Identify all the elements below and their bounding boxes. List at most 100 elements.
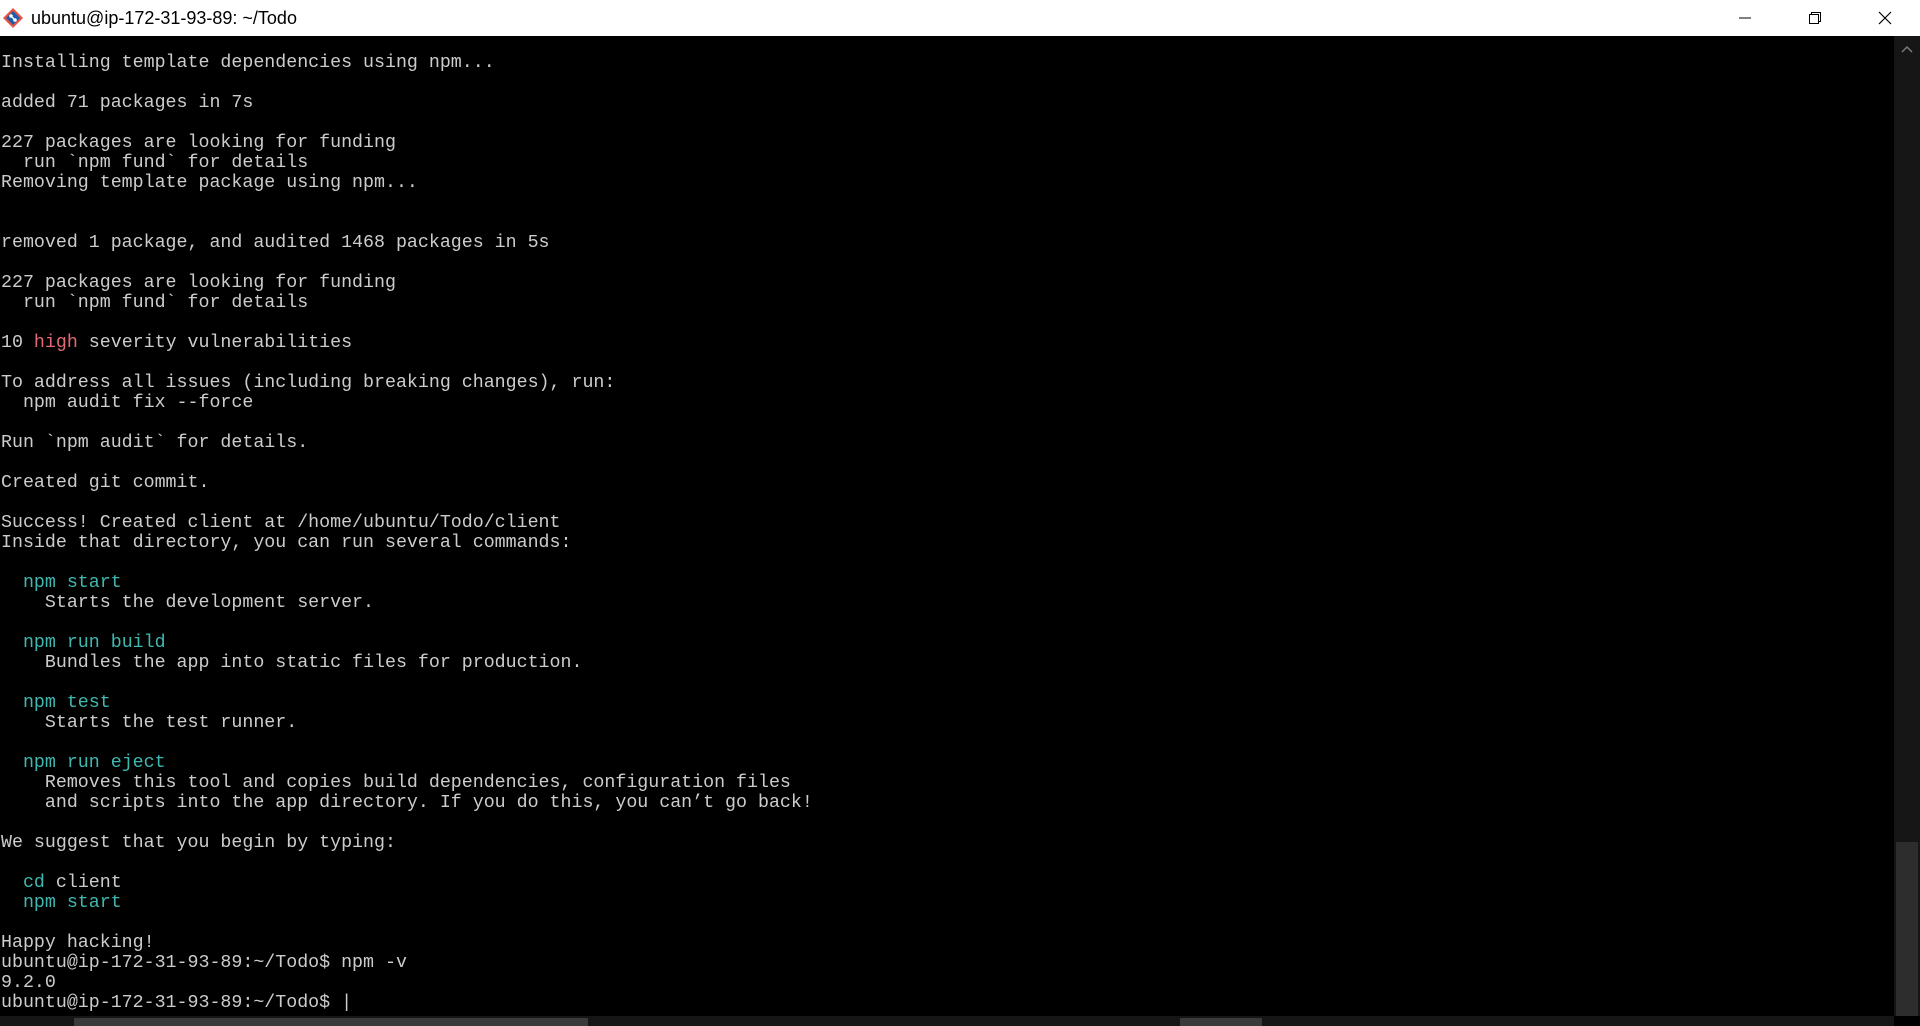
restore-icon [1809, 12, 1821, 24]
terminal-line: npm start [1, 573, 813, 593]
terminal-text: Run `npm audit` for details. [1, 433, 309, 453]
terminal-line: Starts the development server. [1, 593, 813, 613]
terminal-line: 227 packages are looking for funding [1, 133, 813, 153]
terminal-text: run `npm fund` for details [1, 153, 309, 173]
terminal-text: 227 packages are looking for funding [1, 273, 396, 293]
close-icon [1878, 11, 1892, 25]
terminal-line: removed 1 package, and audited 1468 pack… [1, 233, 813, 253]
terminal-text: 227 packages are looking for funding [1, 133, 396, 153]
terminal-line: ubuntu@ip-172-31-93-89:~/Todo$ npm -v [1, 953, 813, 973]
chevron-up-icon [1901, 45, 1913, 53]
title-bar: ubuntu@ip-172-31-93-89: ~/Todo [0, 0, 1920, 36]
terminal-text: removed 1 package, and audited 1468 pack… [1, 233, 550, 253]
horizontal-scrollbar-marker [1180, 1018, 1262, 1026]
terminal-text: Success! Created client at /home/ubuntu/… [1, 513, 561, 533]
close-button[interactable] [1850, 0, 1920, 36]
terminal-text: To address all issues (including breakin… [1, 373, 616, 393]
terminal-text: and scripts into the app directory. If y… [1, 793, 813, 813]
terminal-line: 9.2.0 [1, 973, 813, 993]
terminal-line: and scripts into the app directory. If y… [1, 793, 813, 813]
terminal-line: We suggest that you begin by typing: [1, 833, 813, 853]
terminal-lines: Installing template dependencies using n… [1, 53, 813, 1013]
terminal-line: added 71 packages in 7s [1, 93, 813, 113]
terminal-text: run `npm fund` for details [1, 293, 309, 313]
terminal-text: npm audit fix --force [1, 393, 254, 413]
terminal-line: run `npm fund` for details [1, 293, 813, 313]
terminal-text: 9.2.0 [1, 973, 56, 993]
terminal-line: To address all issues (including breakin… [1, 373, 813, 393]
restore-button[interactable] [1780, 0, 1850, 36]
terminal-text: Inside that directory, you can run sever… [1, 533, 572, 553]
scrollbar-thumb[interactable] [1896, 842, 1918, 1016]
minimize-icon [1739, 17, 1751, 19]
terminal-text: npm start [22, 573, 122, 593]
terminal-text: npm run build [22, 633, 166, 653]
terminal-line: Success! Created client at /home/ubuntu/… [1, 513, 813, 533]
terminal-line: Removes this tool and copies build depen… [1, 773, 813, 793]
terminal-text: npm test [22, 693, 111, 713]
terminal-text: Bundles the app into static files for pr… [1, 653, 583, 673]
terminal-text: We suggest that you begin by typing: [1, 833, 396, 853]
terminal-text: severity vulnerabilities [77, 333, 353, 353]
minimize-button[interactable] [1710, 0, 1780, 36]
terminal-text: ubuntu@ip-172-31-93-89:~/Todo$ [1, 993, 342, 1013]
horizontal-scrollbar[interactable] [0, 1016, 1894, 1026]
horizontal-scrollbar-thumb[interactable] [74, 1018, 588, 1026]
text-cursor: | [341, 993, 353, 1013]
terminal-text: added 71 packages in 7s [1, 93, 254, 113]
terminal-line: npm run build [1, 633, 813, 653]
terminal-line: npm test [1, 693, 813, 713]
terminal-line: 227 packages are looking for funding [1, 273, 813, 293]
terminal-line: Inside that directory, you can run sever… [1, 533, 813, 553]
scroll-up-button[interactable] [1894, 36, 1920, 62]
window-title: ubuntu@ip-172-31-93-89: ~/Todo [31, 8, 297, 28]
terminal-line: ubuntu@ip-172-31-93-89:~/Todo$ | [1, 993, 813, 1013]
terminal-line: run `npm fund` for details [1, 153, 813, 173]
terminal-text: Starts the development server. [1, 593, 374, 613]
terminal-text: npm start [22, 893, 122, 913]
terminal-line: cd client [1, 873, 813, 893]
terminal-text: Removes this tool and copies build depen… [1, 773, 791, 793]
terminal-text: Starts the test runner. [1, 713, 298, 733]
terminal-line: Bundles the app into static files for pr… [1, 653, 813, 673]
terminal-text: Installing template dependencies using n… [1, 53, 495, 73]
terminal-line: npm audit fix --force [1, 393, 813, 413]
terminal-line: Removing template package using npm... [1, 173, 813, 193]
terminal-line: npm run eject [1, 753, 813, 773]
terminal-line: 10 high severity vulnerabilities [1, 333, 813, 353]
terminal-text: npm run eject [22, 753, 166, 773]
terminal-line: Installing template dependencies using n… [1, 53, 813, 73]
terminal-text: Created git commit. [1, 473, 210, 493]
terminal-line: Created git commit. [1, 473, 813, 493]
terminal-text: cd [22, 873, 45, 893]
terminal-text: Happy hacking! [1, 933, 155, 953]
terminal-output[interactable]: Installing template dependencies using n… [0, 36, 1894, 1016]
terminal-line: Run `npm audit` for details. [1, 433, 813, 453]
terminal-text: Removing template package using npm... [1, 173, 418, 193]
git-bash-icon [3, 8, 23, 28]
terminal-line: Happy hacking! [1, 933, 813, 953]
vertical-scrollbar[interactable] [1894, 36, 1920, 1016]
terminal-text: ubuntu@ip-172-31-93-89:~/Todo$ npm -v [1, 953, 407, 973]
